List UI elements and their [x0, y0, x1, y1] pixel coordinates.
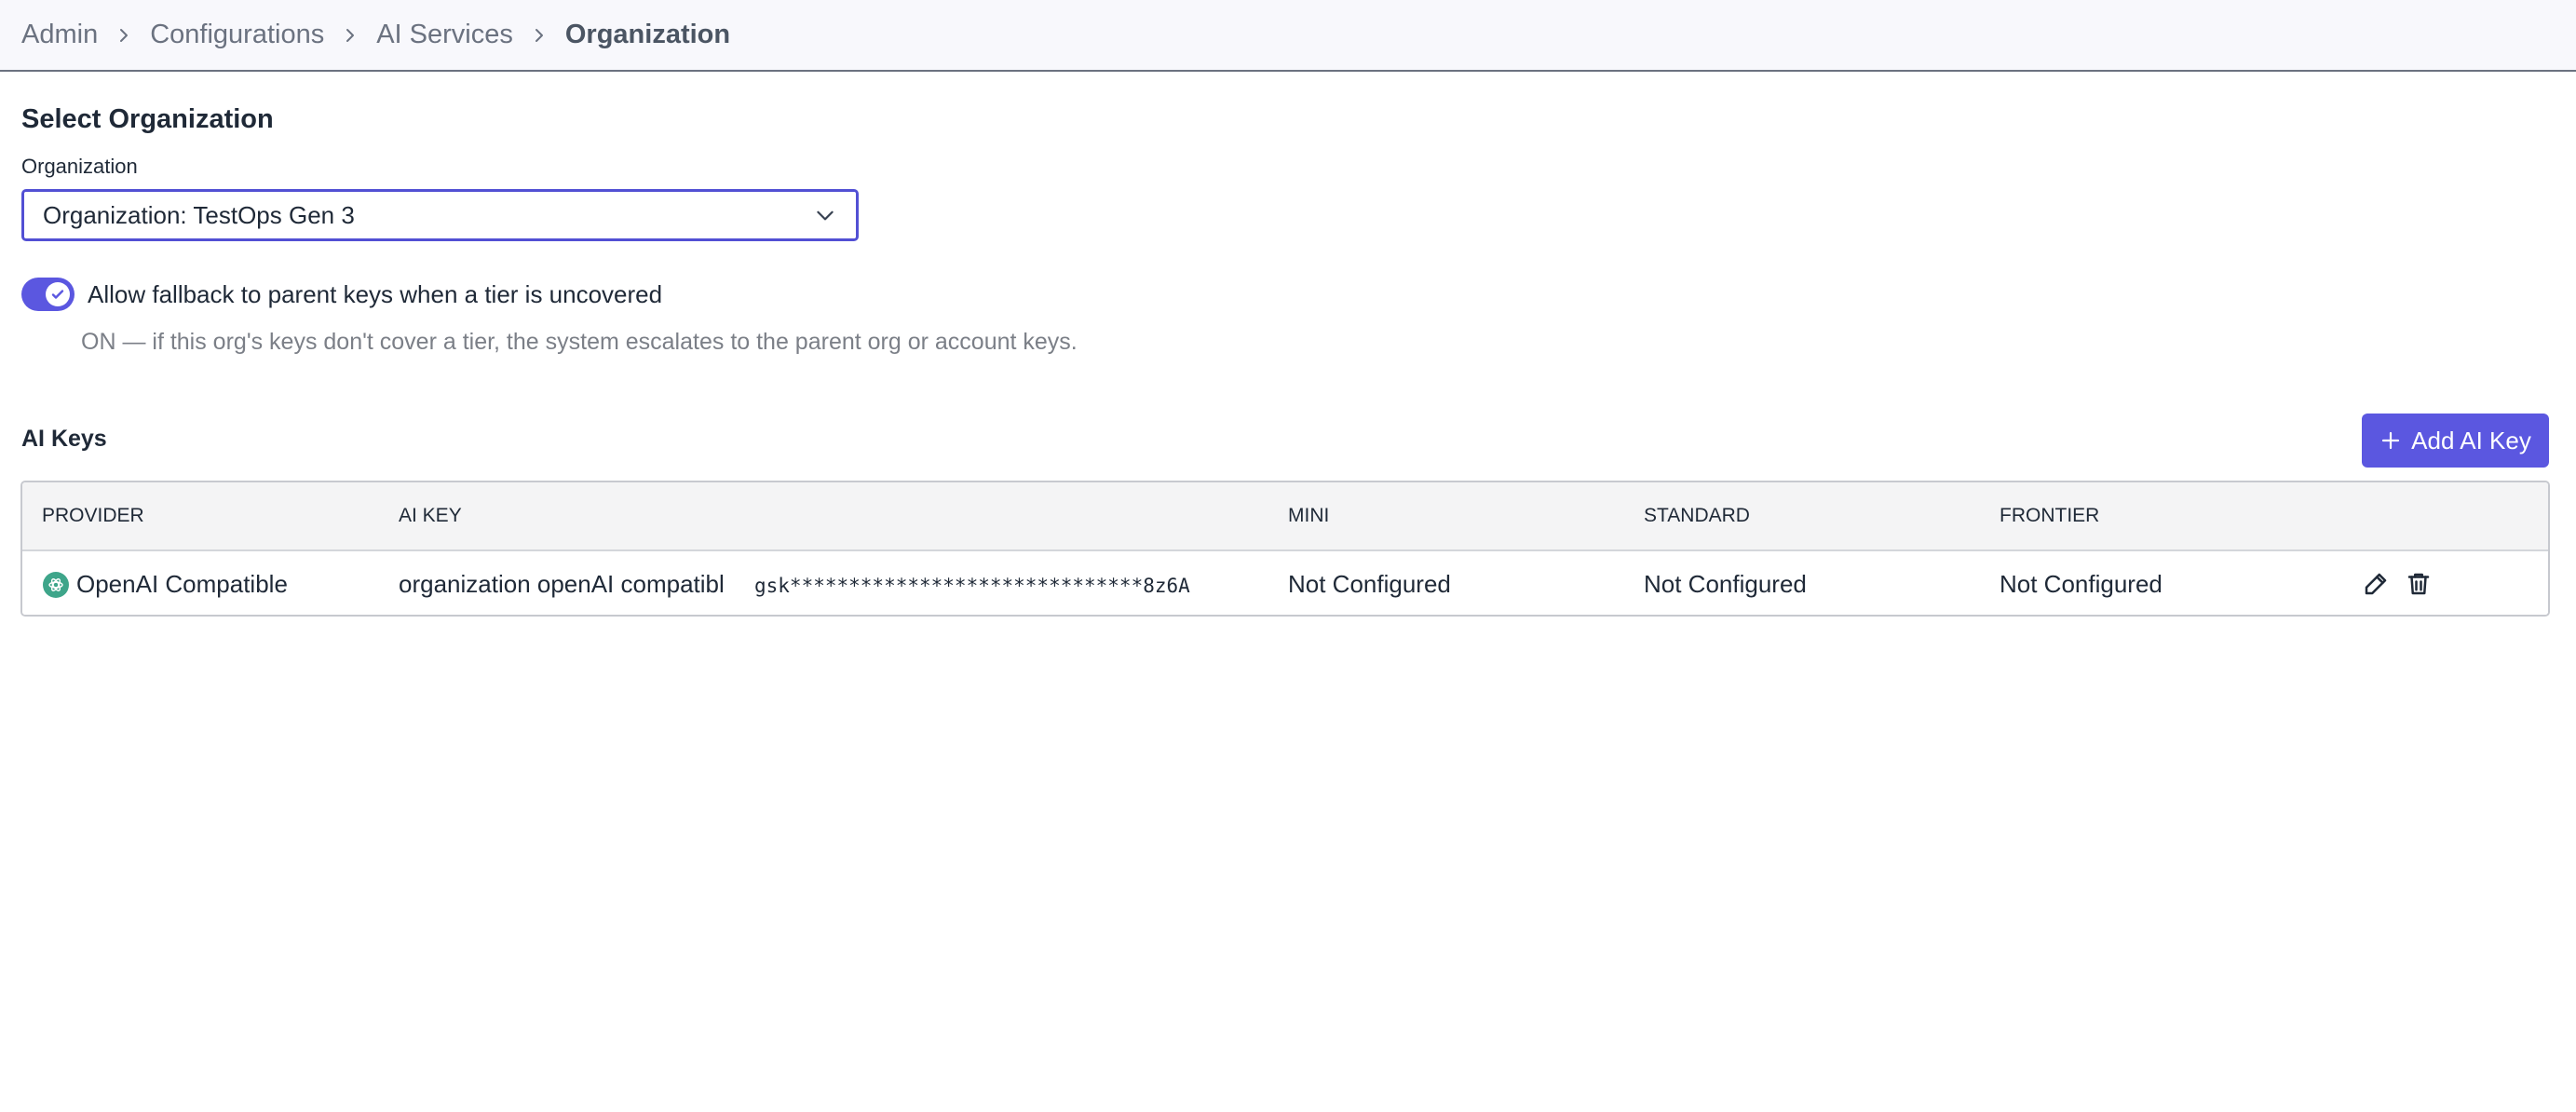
- column-header-provider: PROVIDER: [42, 505, 144, 526]
- edit-icon[interactable]: [2362, 570, 2390, 598]
- chevron-right-icon: [530, 26, 549, 45]
- trash-icon[interactable]: [2405, 570, 2433, 598]
- breadcrumb-admin[interactable]: Admin: [21, 20, 98, 50]
- organization-field-label: Organization: [21, 155, 138, 178]
- fallback-help-text: ON — if this org's keys don't cover a ti…: [81, 329, 1078, 355]
- breadcrumb-current: Organization: [564, 20, 731, 49]
- fallback-toggle-label: Allow fallback to parent keys when a tie…: [88, 280, 663, 308]
- key-name: organization openAI compatibl: [399, 570, 725, 598]
- breadcrumb-configurations[interactable]: Configurations: [150, 20, 324, 50]
- chevron-right-icon: [115, 26, 133, 45]
- section-title: Select Organization: [21, 104, 274, 134]
- add-ai-key-button[interactable]: Add AI Key: [2362, 414, 2549, 468]
- provider-name: OpenAI Compatible: [76, 570, 288, 598]
- frontier-status: Not Configured: [2000, 570, 2162, 598]
- column-header-frontier: FRONTIER: [2000, 505, 2100, 526]
- column-header-ai-key: AI KEY: [399, 505, 462, 526]
- openai-icon: [43, 572, 69, 598]
- column-header-mini: MINI: [1288, 505, 1330, 526]
- ai-keys-table: PROVIDER AI KEY MINI STANDARD FRONTIER O…: [20, 481, 2550, 617]
- table-header: PROVIDER AI KEY MINI STANDARD FRONTIER: [22, 482, 2548, 551]
- chevron-down-icon: [817, 210, 834, 221]
- check-icon: [51, 290, 64, 299]
- table-row[interactable]: OpenAI Compatible organization openAI co…: [22, 551, 2548, 615]
- fallback-toggle[interactable]: [21, 278, 75, 311]
- mini-status: Not Configured: [1288, 570, 1451, 598]
- breadcrumb: Admin Configurations AI Services Organiz…: [0, 0, 2576, 72]
- add-ai-key-label: Add AI Key: [2411, 426, 2531, 454]
- organization-select-value: Organization: TestOps Gen 3: [43, 200, 355, 229]
- key-masked: gsk******************************8z6A: [754, 575, 1190, 597]
- organization-select[interactable]: Organization: TestOps Gen 3: [21, 189, 859, 241]
- plus-icon: [2382, 431, 2400, 450]
- standard-status: Not Configured: [1644, 570, 1807, 598]
- breadcrumb-ai-services[interactable]: AI Services: [376, 20, 513, 50]
- chevron-right-icon: [341, 26, 359, 45]
- column-header-standard: STANDARD: [1644, 505, 1750, 526]
- toggle-knob: [46, 282, 70, 306]
- ai-keys-title: AI Keys: [21, 426, 107, 452]
